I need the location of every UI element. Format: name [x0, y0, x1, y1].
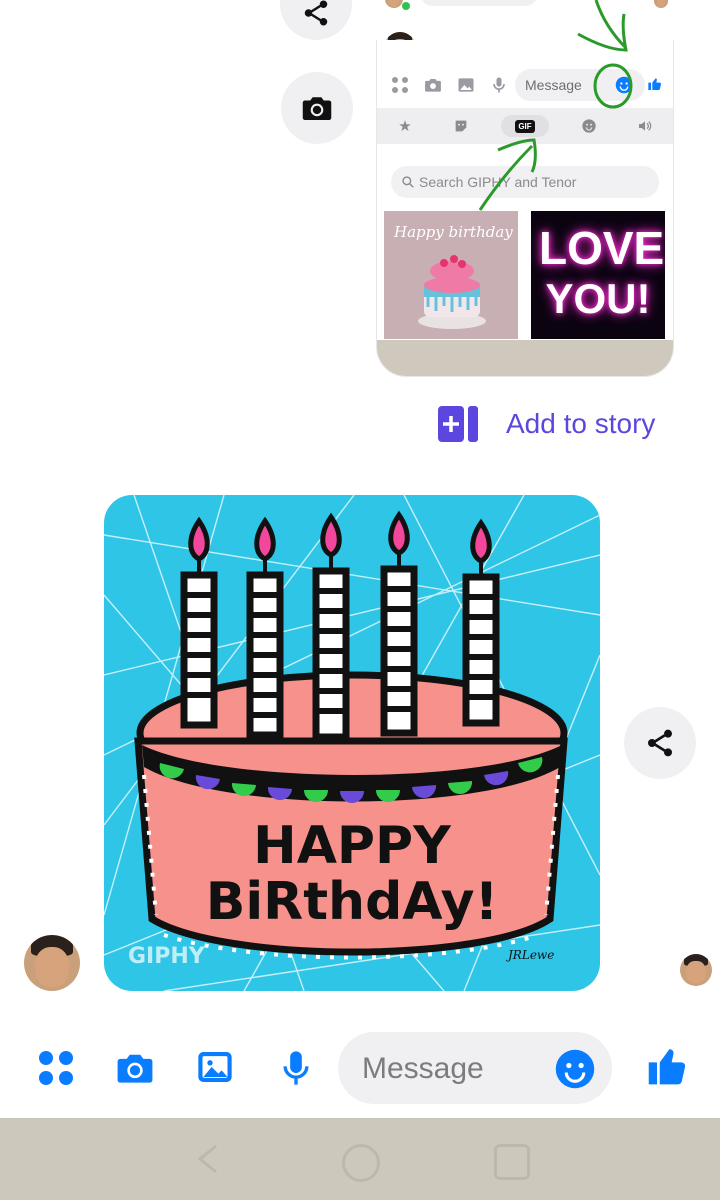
add-to-story-button[interactable]: Add to story	[436, 404, 676, 448]
share-button[interactable]	[624, 707, 696, 779]
embedded-background	[377, 340, 673, 376]
camera-icon[interactable]	[112, 1046, 158, 1090]
back-icon	[197, 1144, 217, 1174]
birthday-gif-message[interactable]: HAPPY BiRthdAy! GIPHY JRLewe	[104, 495, 600, 991]
message-placeholder: Message	[362, 1052, 484, 1085]
recents-icon	[494, 1144, 530, 1180]
annotation-arrows	[478, 0, 633, 211]
birthday-cake-illustration: HAPPY BiRthdAy! GIPHY JRLewe	[104, 495, 600, 991]
add-story-icon	[438, 406, 478, 442]
gallery-icon[interactable]	[194, 1047, 236, 1087]
message-input[interactable]: Message	[338, 1032, 612, 1104]
cake-text-happy: HAPPY	[253, 816, 452, 876]
apps-icon[interactable]	[38, 1050, 74, 1086]
mic-icon[interactable]	[276, 1046, 316, 1090]
sender-avatar[interactable]	[24, 935, 80, 991]
like-icon[interactable]	[646, 1044, 690, 1088]
add-to-story-label: Add to story	[506, 408, 656, 439]
gif-label: YOU!	[545, 275, 651, 322]
system-navigation-area	[0, 1118, 720, 1200]
artist-signature: JRLewe	[505, 948, 554, 962]
emoji-icon[interactable]	[554, 1048, 596, 1090]
cake-text-birthday: BiRthdAy!	[206, 872, 499, 932]
home-icon	[342, 1144, 380, 1182]
share-icon	[648, 729, 672, 757]
giphy-watermark: GIPHY	[128, 944, 206, 969]
read-receipt-avatar	[680, 954, 712, 986]
